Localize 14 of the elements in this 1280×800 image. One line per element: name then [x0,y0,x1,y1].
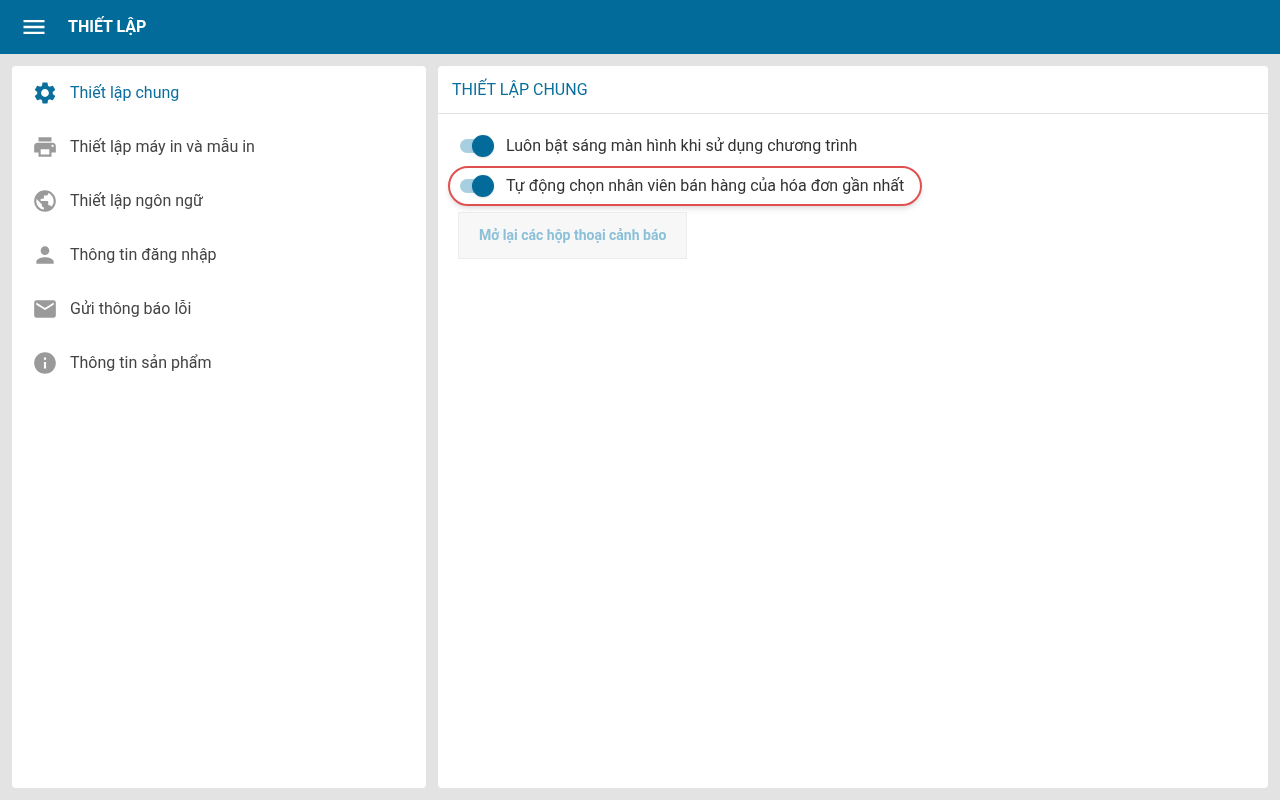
app-title: THIẾT LẬP [68,15,147,38]
settings-icon [32,80,58,106]
setting-label: Tự động chọn nhân viên bán hàng của hóa đơn gần nhất [506,175,905,197]
globe-icon [32,188,58,214]
info-icon [32,350,58,376]
sidebar-item[interactable]: Thiết lập máy in và mẫu in [32,120,406,174]
sidebar-item[interactable]: Gửi thông báo lỗi [32,282,406,336]
sidebar-item[interactable]: Thông tin đăng nhập [32,228,406,282]
printer-icon [32,134,58,160]
sidebar-item[interactable]: Thiết lập chung [32,66,406,120]
panel-title: THIẾT LẬP CHUNG [452,77,588,101]
sidebar-item[interactable]: Thiết lập ngôn ngữ [32,174,406,228]
sidebar-item[interactable]: Thông tin sản phẩm [32,336,406,390]
setting-label: Luôn bật sáng màn hình khi sử dụng chương trình [506,135,858,157]
